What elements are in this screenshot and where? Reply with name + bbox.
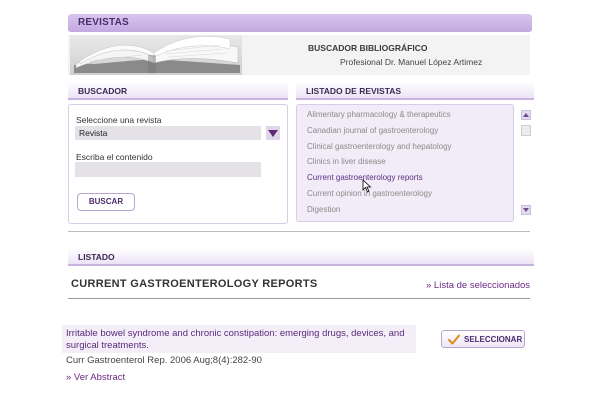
listado-section-label: LISTADO bbox=[78, 252, 115, 262]
buscador-section-label: BUSCADOR bbox=[78, 86, 128, 96]
open-book-image bbox=[70, 35, 242, 75]
listado-revistas-section-label: LISTADO DE REVISTAS bbox=[306, 86, 402, 96]
scroll-up-button[interactable] bbox=[521, 110, 531, 120]
buscar-button[interactable]: BUSCAR bbox=[77, 193, 135, 211]
seleccionar-button-label: SELECCIONAR bbox=[464, 334, 523, 344]
arrow-up-icon bbox=[523, 113, 529, 117]
content-label: Escriba el contenido bbox=[76, 152, 153, 162]
mouse-cursor-icon bbox=[362, 179, 372, 193]
lista-seleccionados-link[interactable]: » Lista de seleccionados bbox=[426, 280, 530, 291]
result-title[interactable]: Irritable bowel syndrome and chronic con… bbox=[66, 328, 416, 352]
chevron-down-icon bbox=[268, 129, 278, 137]
scroll-down-button[interactable] bbox=[521, 205, 531, 215]
top-bar bbox=[68, 14, 532, 32]
content-input[interactable] bbox=[75, 162, 261, 177]
arrow-down-icon bbox=[523, 208, 529, 212]
revista-list-item[interactable]: Alimentary pharmacology & therapeutics bbox=[307, 110, 451, 119]
listado-section-header bbox=[68, 248, 534, 266]
header-title: BUSCADOR BIBLIOGRÁFICO bbox=[308, 43, 428, 53]
revista-list-item[interactable]: Digestion bbox=[307, 205, 340, 214]
revista-select-dropdown-button[interactable] bbox=[266, 126, 280, 140]
select-revista-label: Seleccione una revista bbox=[76, 115, 162, 125]
journal-title: CURRENT GASTROENTEROLOGY REPORTS bbox=[71, 278, 318, 290]
divider bbox=[68, 231, 530, 232]
divider bbox=[68, 298, 530, 299]
seleccionar-button[interactable]: SELECCIONAR bbox=[441, 330, 525, 348]
revista-select[interactable]: Revista bbox=[75, 126, 261, 140]
revista-list-item[interactable]: Clinical gastroenterology and hepatology bbox=[307, 142, 452, 151]
ver-abstract-link[interactable]: » Ver Abstract bbox=[66, 372, 125, 383]
scroll-thumb[interactable] bbox=[521, 125, 531, 136]
result-reference: Curr Gastroenterol Rep. 2006 Aug;8(4):28… bbox=[66, 355, 262, 366]
revista-list-item[interactable]: Canadian journal of gastroenterology bbox=[307, 126, 438, 135]
top-bar-title: REVISTAS bbox=[78, 17, 129, 28]
header-subtitle: Profesional Dr. Manuel López Artimez bbox=[340, 57, 483, 67]
checkmark-icon bbox=[448, 334, 460, 344]
revista-list-item[interactable]: Clinics in liver disease bbox=[307, 157, 386, 166]
